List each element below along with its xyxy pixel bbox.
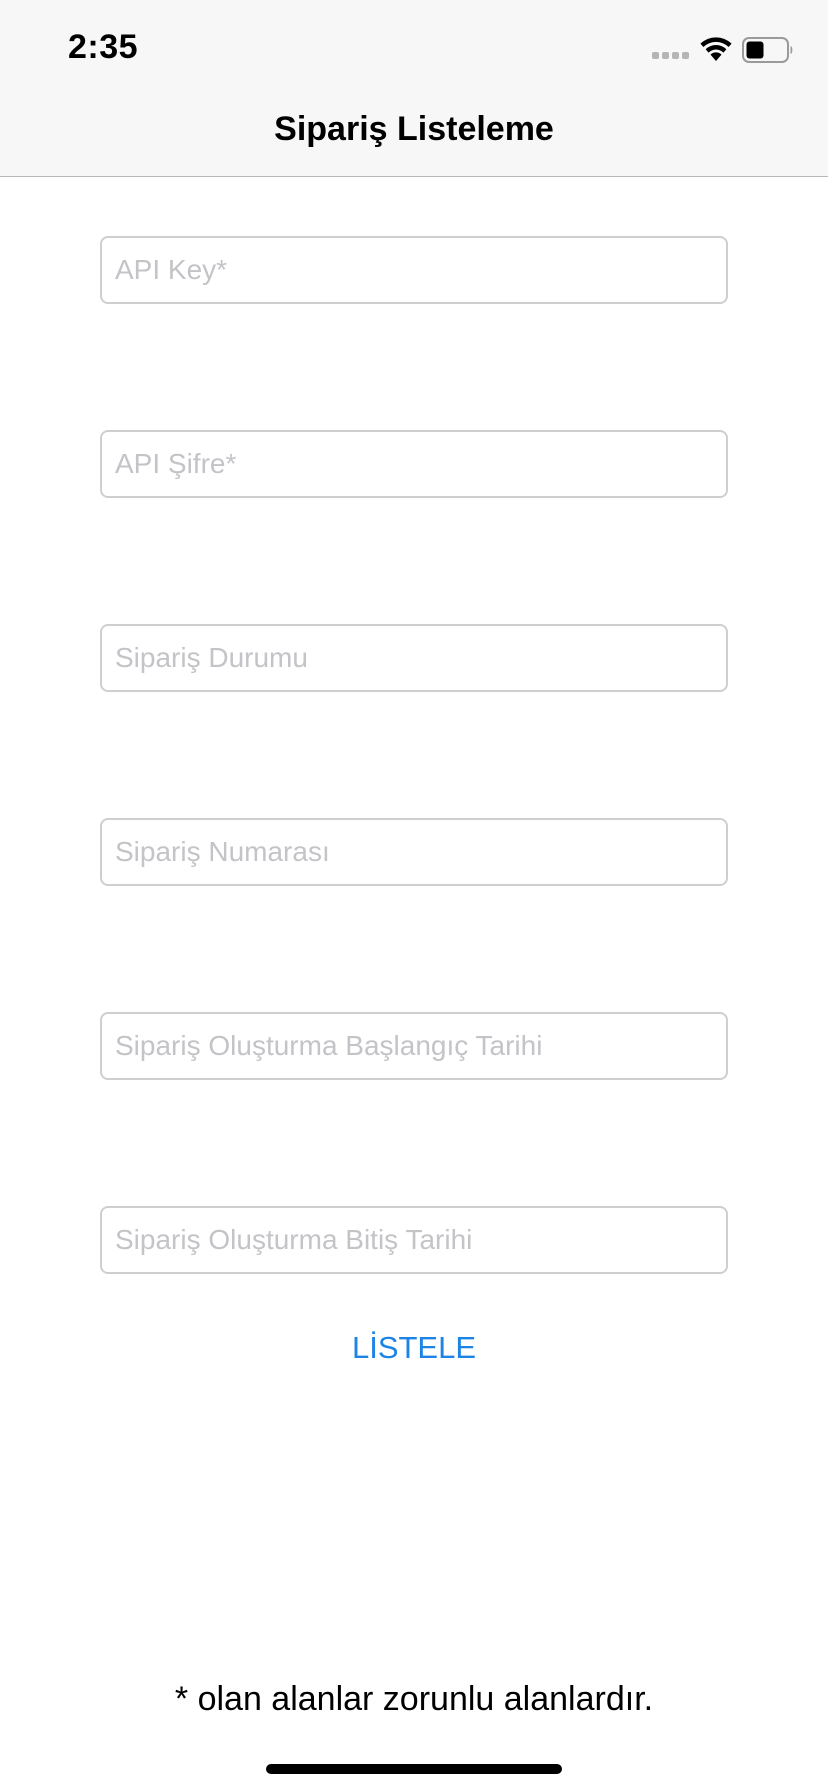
page-title: Sipariş Listeleme bbox=[274, 110, 554, 148]
api-key-input[interactable] bbox=[100, 236, 728, 304]
required-fields-note: * olan alanlar zorunlu alanlardır. bbox=[174, 1680, 654, 1718]
navigation-bar: 2:35 Sipariş Listeleme bbox=[0, 0, 828, 177]
status-time: 2:35 bbox=[68, 28, 139, 66]
order-list-form bbox=[100, 236, 728, 1274]
order-status-input[interactable] bbox=[100, 624, 728, 692]
order-number-input[interactable] bbox=[100, 818, 728, 886]
home-indicator[interactable] bbox=[266, 1764, 562, 1774]
wifi-icon bbox=[700, 37, 732, 61]
order-start-date-input[interactable] bbox=[100, 1012, 728, 1080]
signal-dots-icon bbox=[652, 52, 689, 59]
list-button[interactable]: LİSTELE bbox=[0, 1330, 828, 1366]
battery-icon bbox=[742, 37, 793, 63]
order-end-date-input[interactable] bbox=[100, 1206, 728, 1274]
api-password-input[interactable] bbox=[100, 430, 728, 498]
